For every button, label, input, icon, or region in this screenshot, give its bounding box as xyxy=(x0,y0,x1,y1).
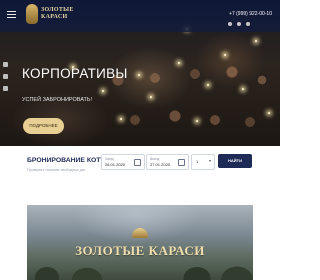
social-icon[interactable] xyxy=(237,22,241,26)
social-icon[interactable] xyxy=(246,22,250,26)
video-logo: ЗОЛОТЫЕ КАРАСИ xyxy=(27,225,253,257)
logo-emblem-icon xyxy=(26,4,38,24)
checkout-caption: Выезд xyxy=(150,157,160,161)
sparkler xyxy=(207,84,209,86)
booking-subtitle: Проверьте наличие свободных дат xyxy=(27,168,86,172)
calendar-icon xyxy=(134,159,141,166)
checkout-value: 27.01.2020 xyxy=(150,162,171,167)
checkin-date-field[interactable]: Заезд 26.01.2020 xyxy=(101,154,145,170)
hero-title: КОРПОРАТИВЫ xyxy=(22,66,128,81)
sparkler xyxy=(150,96,152,98)
header-icons xyxy=(228,22,250,26)
social-icon[interactable] xyxy=(3,62,8,67)
sparkler xyxy=(178,62,180,64)
sparkler xyxy=(268,112,270,114)
promo-video[interactable]: ЗОЛОТЫЕ КАРАСИ xyxy=(27,205,253,280)
video-logo-text: ЗОЛОТЫЕ КАРАСИ xyxy=(75,243,205,258)
chevron-down-icon: ▾ xyxy=(208,158,211,163)
logo-text: ЗОЛОТЫЕ КАРАСИ xyxy=(41,7,74,20)
side-toolbar xyxy=(3,62,8,91)
find-cottage-button[interactable]: НАЙТИ КОТТЕДЖ xyxy=(218,154,252,177)
hero-subtitle: УСПЕЙ ЗАБРОНИРОВАТЬ! xyxy=(22,97,92,103)
sparkler xyxy=(255,40,257,42)
sparkler xyxy=(224,54,226,56)
sparkler xyxy=(138,74,140,76)
checkin-caption: Заезд xyxy=(105,157,114,161)
sparkler xyxy=(102,90,104,92)
social-icon[interactable] xyxy=(3,86,8,91)
sparkler xyxy=(196,120,198,122)
logo-emblem-icon xyxy=(132,228,148,238)
site-logo[interactable]: ЗОЛОТЫЕ КАРАСИ xyxy=(26,3,96,27)
social-icon[interactable] xyxy=(228,22,232,26)
booking-section: БРОНИРОВАНИЕ КОТТЕДЖЕЙ Проверьте наличие… xyxy=(0,146,280,206)
header-phone[interactable]: +7 (999) 922-00-10 xyxy=(229,11,272,17)
sparkler xyxy=(242,88,244,90)
guests-value: 1 xyxy=(196,159,199,164)
calendar-icon xyxy=(178,159,185,166)
guests-select[interactable]: 1 ▾ xyxy=(191,154,215,170)
site-header: ЗОЛОТЫЕ КАРАСИ +7 (999) 922-00-10 xyxy=(0,0,280,32)
checkout-date-field[interactable]: Выезд 27.01.2020 xyxy=(146,154,189,170)
social-icon[interactable] xyxy=(3,74,8,79)
sparkler xyxy=(120,118,122,120)
checkin-value: 26.01.2020 xyxy=(105,162,126,167)
menu-icon[interactable] xyxy=(7,11,16,18)
details-button[interactable]: ПОДРОБНЕЕ xyxy=(23,118,64,134)
